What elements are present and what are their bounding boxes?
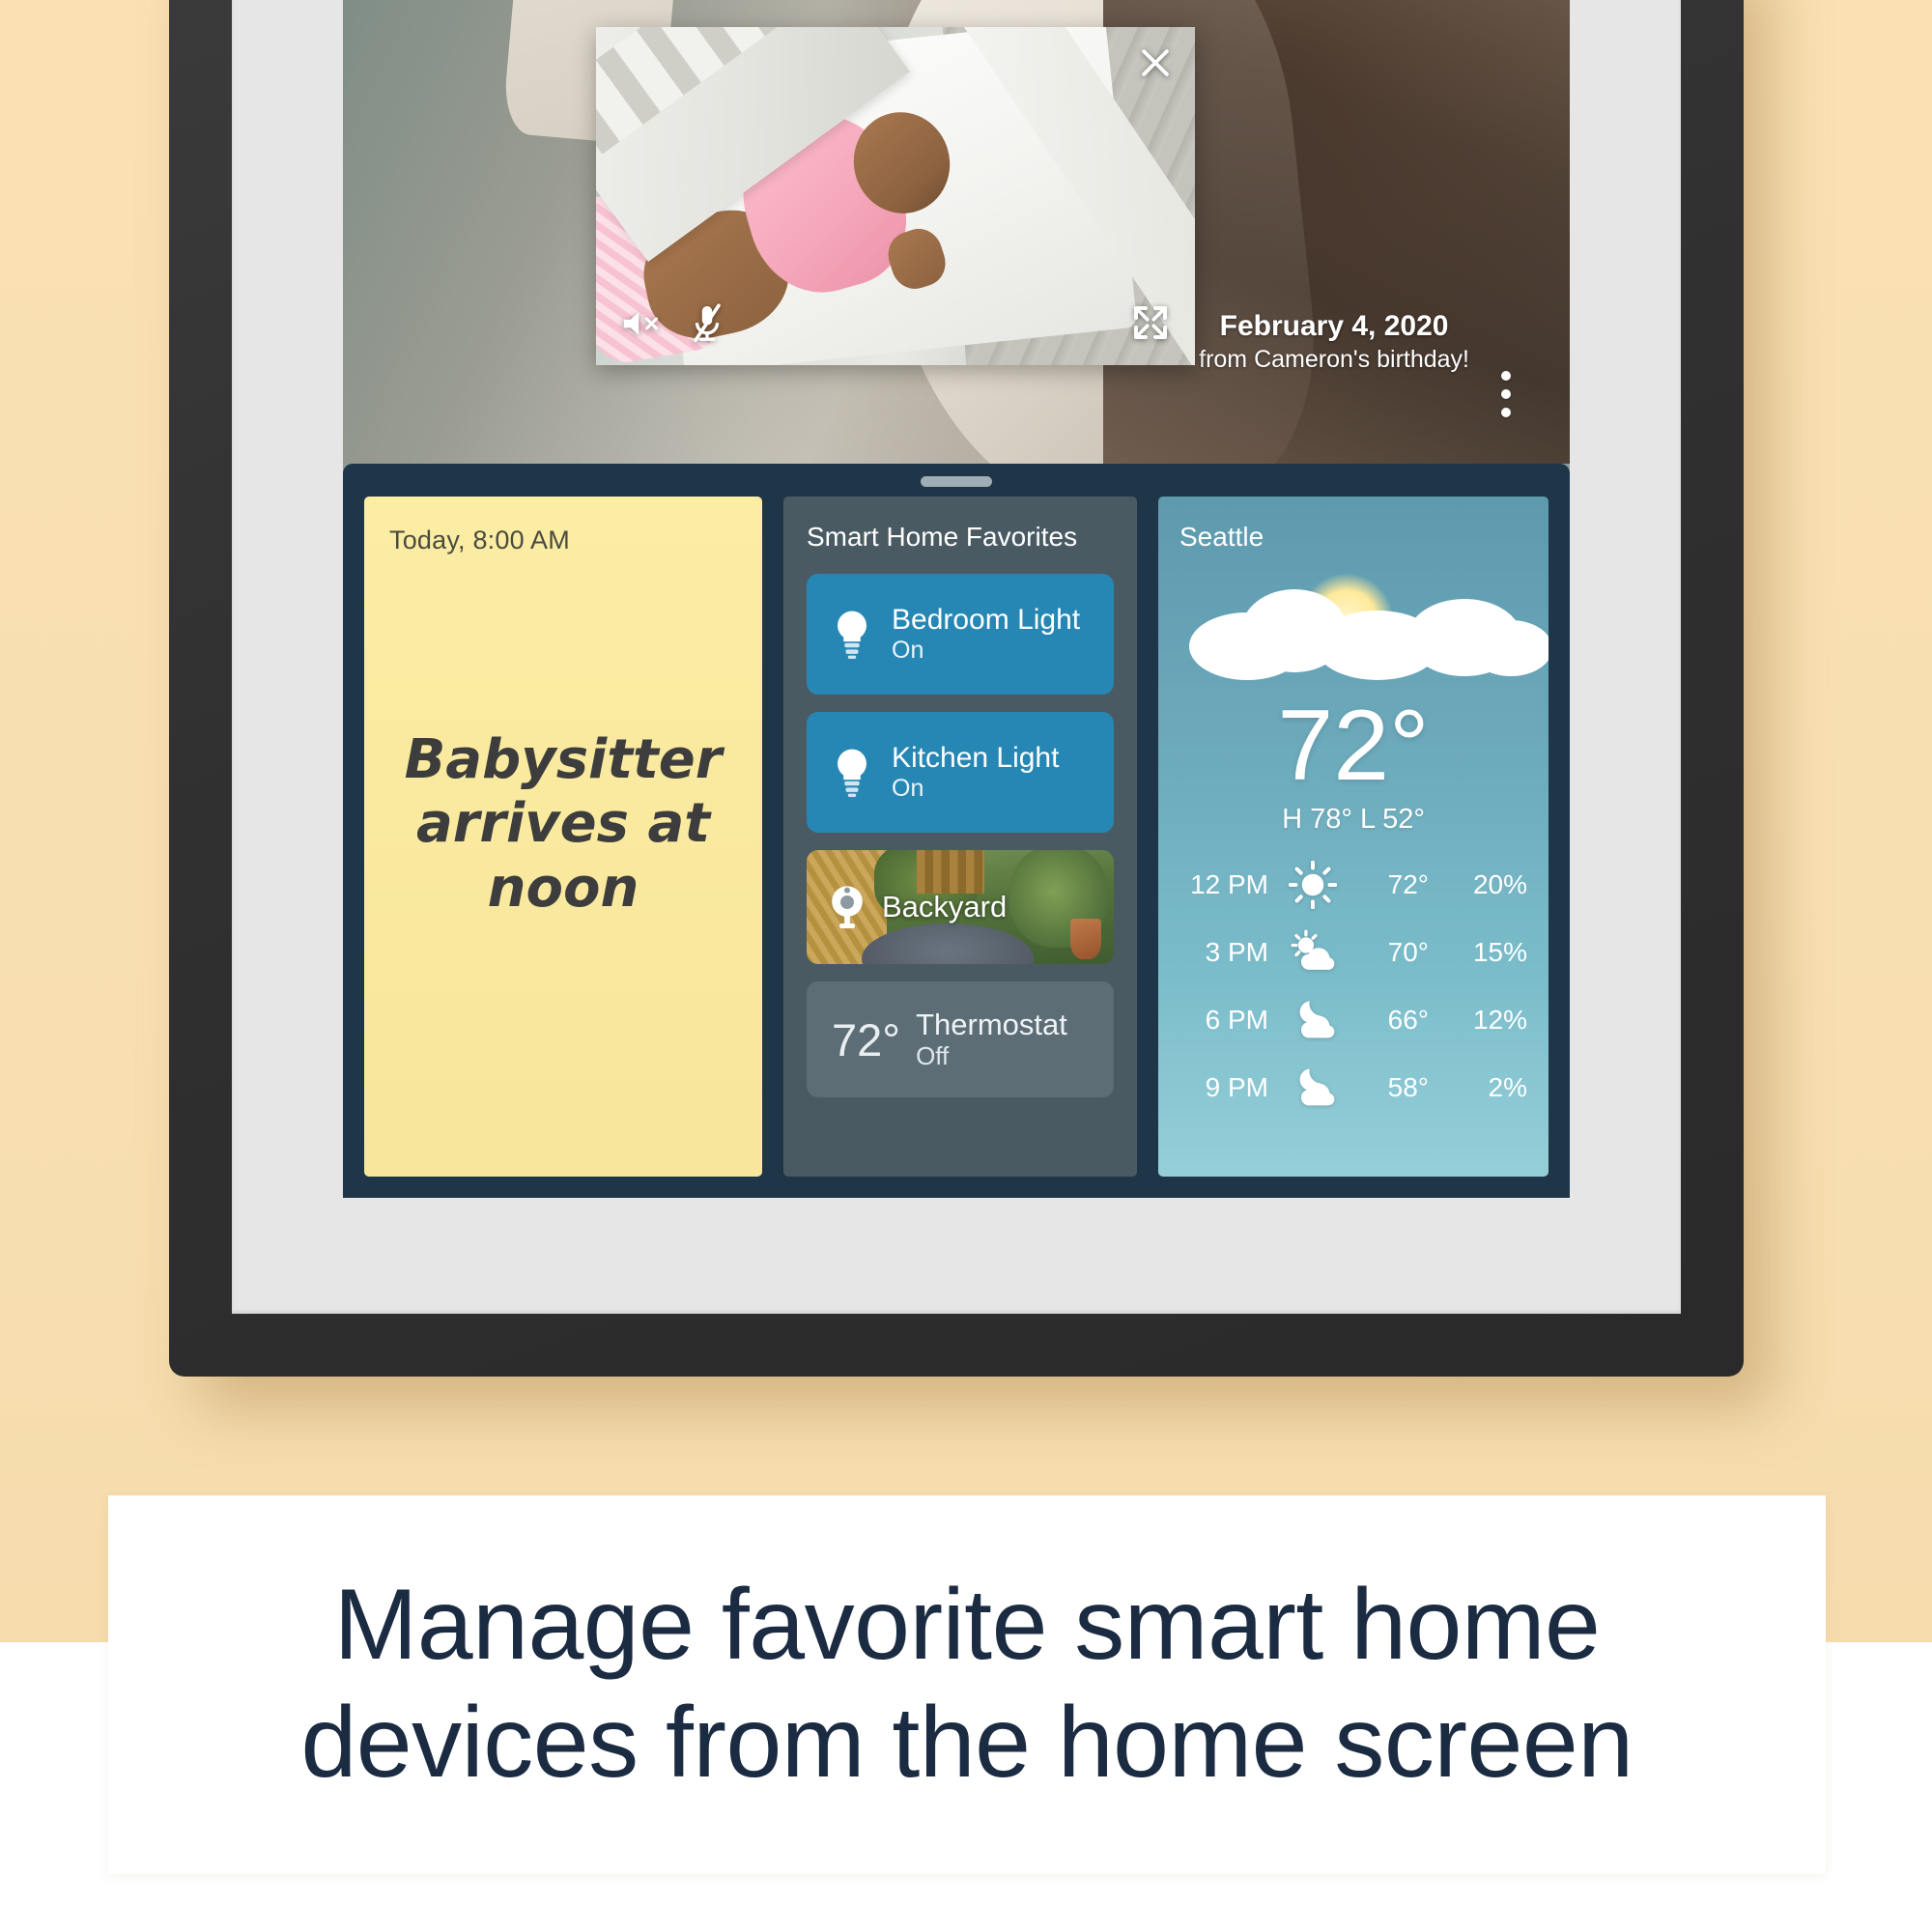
lightbulb-icon: [832, 609, 872, 660]
widget-card-row: Today, 8:00 AM Babysitter arrives at noo…: [364, 497, 1548, 1177]
caption-text: Manage favorite smart home devices from …: [300, 1569, 1634, 1799]
device-tile-kitchen-light[interactable]: Kitchen Light On: [807, 712, 1114, 833]
device-name: Bedroom Light: [892, 604, 1081, 637]
forecast-time: 12 PM: [1190, 868, 1268, 899]
dot: [1501, 408, 1511, 417]
camera-feed-patio-table: [862, 923, 1035, 964]
smart-display-device: February 4, 2020 from Cameron's birthday…: [169, 0, 1744, 1377]
device-screen-bezel: February 4, 2020 from Cameron's birthday…: [232, 0, 1681, 1314]
forecast-temp: 72°: [1387, 868, 1429, 899]
device-tile-thermostat[interactable]: 72° Thermostat Off: [807, 981, 1114, 1097]
forecast-row: 6 PM 66° 12%: [1179, 996, 1527, 1044]
device-tile-bedroom-light[interactable]: Bedroom Light On: [807, 574, 1114, 695]
weather-current-temp: 72°: [1277, 690, 1430, 802]
forecast-precip: 20%: [1472, 868, 1527, 899]
forecast-precip: 15%: [1472, 936, 1527, 967]
caption-card: Manage favorite smart home devices from …: [108, 1495, 1826, 1874]
night-cloud-icon: [1278, 1064, 1348, 1112]
fullscreen-expand-icon[interactable]: [1131, 303, 1170, 342]
forecast-time: 6 PM: [1205, 1004, 1268, 1035]
device-tile-backyard-camera[interactable]: Backyard: [807, 850, 1114, 964]
night-cloud-icon: [1278, 996, 1348, 1044]
camera-name: Backyard: [882, 890, 1008, 923]
device-state: On: [892, 775, 924, 803]
lightbulb-icon: [832, 747, 872, 798]
device-state: On: [892, 637, 924, 665]
weather-high-low: H 78° L 52°: [1282, 803, 1425, 835]
forecast-row: 3 PM 70° 15%: [1179, 928, 1527, 977]
smart-home-favorites-card: Smart Home Favorites Bedroom Light On Ki…: [783, 497, 1137, 1177]
thermostat-name: Thermostat: [916, 1008, 1067, 1042]
thermostat-text: Thermostat Off: [916, 1008, 1067, 1070]
camera-icon: [828, 883, 867, 931]
forecast-temp: 70°: [1387, 936, 1429, 967]
note-body: Babysitter arrives at noon: [404, 728, 723, 920]
weather-widget-card[interactable]: Seattle 72° H 78° L 52° 12 PM 72° 20% 3 …: [1158, 497, 1548, 1177]
weather-city: Seattle: [1179, 522, 1264, 552]
smart-home-title: Smart Home Favorites: [807, 522, 1078, 552]
forecast-row: 9 PM 58° 2%: [1179, 1064, 1527, 1112]
note-time: Today, 8:00 AM: [389, 526, 570, 554]
forecast-time: 3 PM: [1205, 936, 1268, 967]
drag-handle[interactable]: [921, 476, 992, 487]
thermostat-temp: 72°: [832, 1013, 901, 1065]
forecast-temp: 58°: [1387, 1071, 1429, 1102]
close-icon[interactable]: [1137, 44, 1174, 81]
pip-video-baby-camera[interactable]: [596, 27, 1195, 365]
camera-feed-gate: [917, 850, 985, 894]
forecast-time: 9 PM: [1205, 1071, 1268, 1102]
dot: [1501, 371, 1511, 381]
widget-tray: Today, 8:00 AM Babysitter arrives at noo…: [343, 464, 1570, 1198]
forecast-precip: 2%: [1488, 1071, 1527, 1102]
photo-caption: February 4, 2020 from Cameron's birthday…: [1199, 309, 1469, 374]
device-name: Kitchen Light: [892, 742, 1060, 775]
device-tile-text: Bedroom Light On: [892, 603, 1080, 666]
thermostat-state: Off: [916, 1040, 950, 1070]
forecast-row: 12 PM 72° 20%: [1179, 860, 1527, 909]
dot: [1501, 389, 1511, 399]
camera-feed-planter: [1070, 918, 1102, 960]
forecast-precip: 12%: [1472, 1004, 1527, 1035]
note-widget-card[interactable]: Today, 8:00 AM Babysitter arrives at noo…: [364, 497, 762, 1177]
speaker-mute-icon[interactable]: [621, 307, 662, 340]
device-tile-text: Kitchen Light On: [892, 741, 1059, 804]
photo-date: February 4, 2020: [1219, 310, 1449, 342]
partly-cloudy-sun-icon: [1179, 556, 1548, 711]
photo-subtitle: from Cameron's birthday!: [1199, 345, 1469, 373]
more-vertical-icon[interactable]: [1500, 371, 1512, 417]
sun-icon: [1278, 860, 1348, 909]
partly-cloudy-icon: [1278, 928, 1348, 977]
microphone-off-icon[interactable]: [689, 303, 725, 344]
smart-home-device-list: Bedroom Light On Kitchen Light On Backya…: [807, 574, 1114, 964]
hourly-forecast-list: 12 PM 72° 20% 3 PM 70° 15% 6 PM 66° 12% …: [1179, 860, 1527, 1112]
cloud-puff: [1469, 620, 1548, 676]
device-screen: February 4, 2020 from Cameron's birthday…: [343, 0, 1570, 1198]
forecast-temp: 66°: [1387, 1004, 1429, 1035]
